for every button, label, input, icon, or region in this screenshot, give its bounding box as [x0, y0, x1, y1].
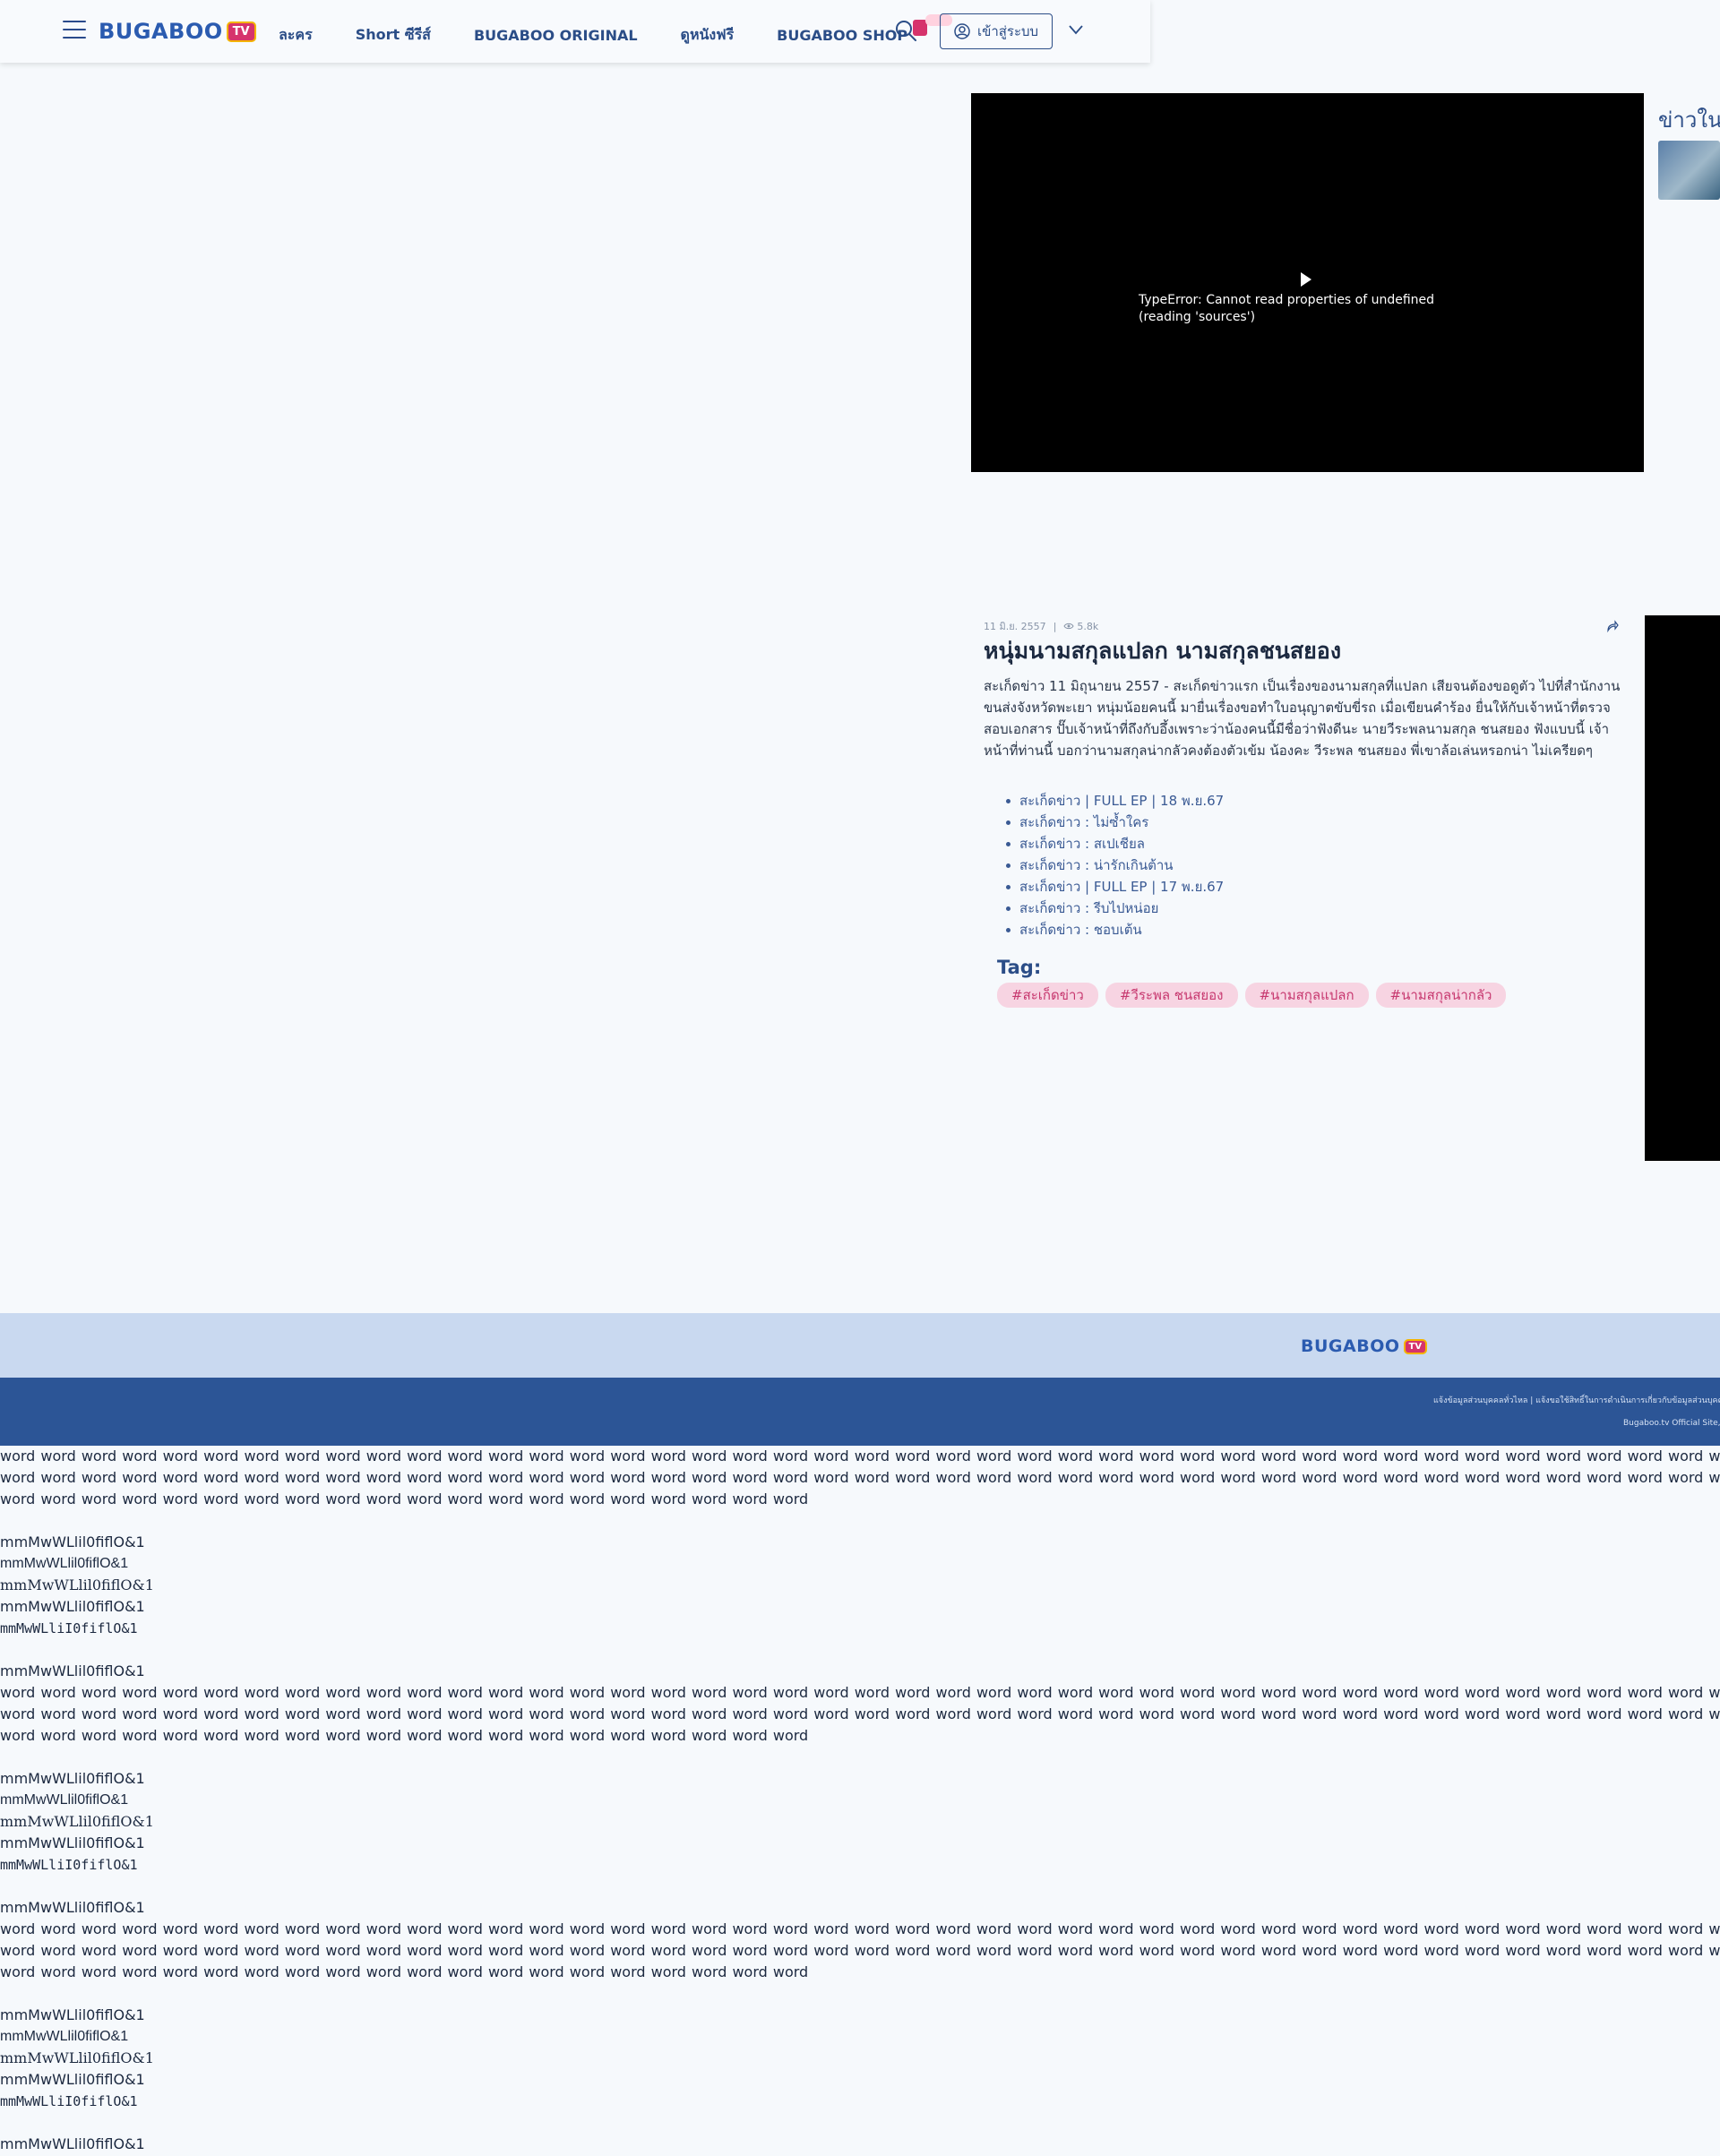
glyph-sample: mmMwWLlil0fiflO&1	[0, 1834, 145, 1851]
footer-bottom	[0, 1378, 1720, 1446]
related-link[interactable]: สะเก็ดข่าว : ไม่ซ้ำใคร	[1005, 812, 1224, 833]
tag-list: #สะเก็ดข่าว #วีระพล ชนสยอง #นามสกุลแปลก …	[997, 983, 1513, 1008]
logo-tv-badge: TV	[226, 21, 256, 42]
nav-item-shop-label: BUGABOO SHOP	[777, 27, 908, 44]
footer-logo[interactable]: BUGABOO TV	[1301, 1336, 1428, 1356]
related-link[interactable]: สะเก็ดข่าว : น่ารักเกินต้าน	[1005, 855, 1224, 876]
user-icon	[954, 23, 970, 39]
article-title: หนุ่มนามสกุลแปลก นามสกุลชนสยอง	[984, 638, 1342, 664]
glyph-sample: mmMwWLlil0fiflO&1	[0, 1770, 145, 1787]
word-line: word word word word word word word word …	[0, 1447, 1720, 1465]
site-logo[interactable]: BUGABOO TV	[99, 19, 256, 44]
tag-chip[interactable]: #วีระพล ชนสยอง	[1105, 983, 1238, 1008]
footer-logo-tv-badge: TV	[1403, 1338, 1428, 1354]
video-player[interactable]: TypeError: Cannot read properties of und…	[971, 93, 1644, 472]
tag-chip[interactable]: #สะเก็ดข่าว	[997, 983, 1098, 1008]
search-icon[interactable]	[894, 19, 917, 42]
nav-item-free-movies[interactable]: ดูหนังฟรี	[681, 24, 735, 47]
glyph-sample: mmMwWLlil0fiflO&1	[0, 1533, 145, 1550]
player-error-message: TypeError: Cannot read properties of und…	[1139, 293, 1435, 324]
tag-chip[interactable]: #นามสกุลน่ากลัว	[1375, 983, 1507, 1008]
glyph-sample: mmMwWLliI0fiflO&1	[0, 1857, 138, 1873]
glyph-sample: mmMwWLlil0fiflO&1	[0, 1813, 154, 1830]
glyph-sample: mmMwWLlil0fiflO&1	[0, 2071, 145, 2088]
login-button[interactable]: เข้าสู่ระบบ	[940, 13, 1053, 49]
chevron-down-icon[interactable]	[1068, 24, 1084, 35]
word-line: word word word word word word word word …	[0, 1920, 1720, 1937]
related-link[interactable]: สะเก็ดข่าว | FULL EP | 18 พ.ย.67	[1005, 790, 1224, 812]
glyph-sample: mmMwWLlil0fiflO&1	[0, 1576, 154, 1593]
top-navbar: BUGABOO TV ละคร Short ซีรีส์ BUGABOO ORI…	[0, 0, 1150, 63]
logo-text: BUGABOO	[99, 19, 223, 44]
glyph-sample: mmMwWLliI0fiflO&1	[0, 1620, 138, 1636]
main-nav: ละคร Short ซีรีส์ BUGABOO ORIGINAL ดูหนั…	[279, 14, 953, 47]
related-link[interactable]: สะเก็ดข่าว : รีบไปหน่อย	[1005, 898, 1224, 919]
word-line: word word word word word word word word …	[0, 1705, 1720, 1722]
article-date: 11 มิ.ย. 2557	[984, 621, 1046, 632]
glyph-sample: mmMwWLliI0fiflO&1	[0, 2093, 138, 2109]
related-link[interactable]: สะเก็ดข่าว | FULL EP | 17 พ.ย.67	[1005, 876, 1224, 898]
login-label: เข้าสู่ระบบ	[976, 23, 1039, 39]
related-link[interactable]: สะเก็ดข่าว : สเปเชียล	[1005, 833, 1224, 855]
word-line: word word word word word word word word …	[0, 1727, 809, 1744]
glyph-sample: mmMwWLlil0fiflO&1	[0, 2006, 145, 2023]
word-line: word word word word word word word word …	[0, 1942, 1720, 1959]
nav-item-bugaboo-original[interactable]: BUGABOO ORIGINAL	[474, 27, 638, 44]
menu-icon[interactable]	[63, 21, 86, 40]
side-ad-panel	[1645, 615, 1720, 1161]
nav-item-bugaboo-shop[interactable]: BUGABOO SHOP new	[777, 14, 953, 44]
glyph-sample: mmMwWLlil0fiflO&1	[0, 2029, 129, 2044]
font-test-area: word word word word word word word word …	[0, 1446, 1720, 2155]
tag-label: Tag:	[997, 957, 1042, 978]
glyph-sample: mmMwWLlil0fiflO&1	[0, 2135, 145, 2152]
footer-copyright: Bugaboo.tv Official Site, C	[1623, 1419, 1720, 1428]
footer-logo-text: BUGABOO	[1301, 1336, 1400, 1356]
word-line: word word word word word word word word …	[0, 1490, 809, 1507]
word-line: word word word word word word word word …	[0, 1684, 1720, 1701]
meta-separator: |	[1053, 620, 1057, 632]
glyph-sample: mmMwWLlil0fiflO&1	[0, 1556, 129, 1571]
eye-icon	[1063, 623, 1074, 630]
article-body: สะเก็ดข่าว 11 มิถุนายน 2557 - สะเก็ดข่าว…	[984, 678, 1621, 759]
glyph-sample: mmMwWLlil0fiflO&1	[0, 1598, 145, 1615]
glyph-sample: mmMwWLlil0fiflO&1	[0, 1662, 145, 1679]
nav-item-lakorn[interactable]: ละคร	[279, 24, 313, 47]
nav-item-short-series[interactable]: Short ซีรีส์	[356, 24, 431, 47]
side-news-thumbnail[interactable]	[1658, 141, 1720, 200]
footer-top	[0, 1313, 1720, 1378]
tag-chip[interactable]: #นามสกุลแปลก	[1244, 983, 1369, 1008]
play-icon[interactable]	[1301, 272, 1312, 287]
footer-links[interactable]: แจ้งข้อมูลส่วนบุคคลทั่วไหล | แจ้งขอใช้สิ…	[1433, 1394, 1720, 1406]
related-links: สะเก็ดข่าว | FULL EP | 18 พ.ย.67 สะเก็ดข…	[1005, 790, 1224, 941]
article-views: 5.8k	[1077, 620, 1099, 632]
side-news-heading: ข่าวในห	[1658, 107, 1720, 133]
glyph-sample: mmMwWLlil0fiflO&1	[0, 1899, 145, 1916]
word-line: word word word word word word word word …	[0, 1963, 809, 1980]
word-line: word word word word word word word word …	[0, 1469, 1720, 1486]
glyph-sample: mmMwWLlil0fiflO&1	[0, 2049, 154, 2066]
glyph-sample: mmMwWLlil0fiflO&1	[0, 1792, 129, 1808]
share-icon[interactable]	[1606, 620, 1619, 632]
related-link[interactable]: สะเก็ดข่าว : ชอบเต้น	[1005, 919, 1224, 941]
article-meta: 11 มิ.ย. 2557 | 5.8k	[984, 618, 1098, 634]
